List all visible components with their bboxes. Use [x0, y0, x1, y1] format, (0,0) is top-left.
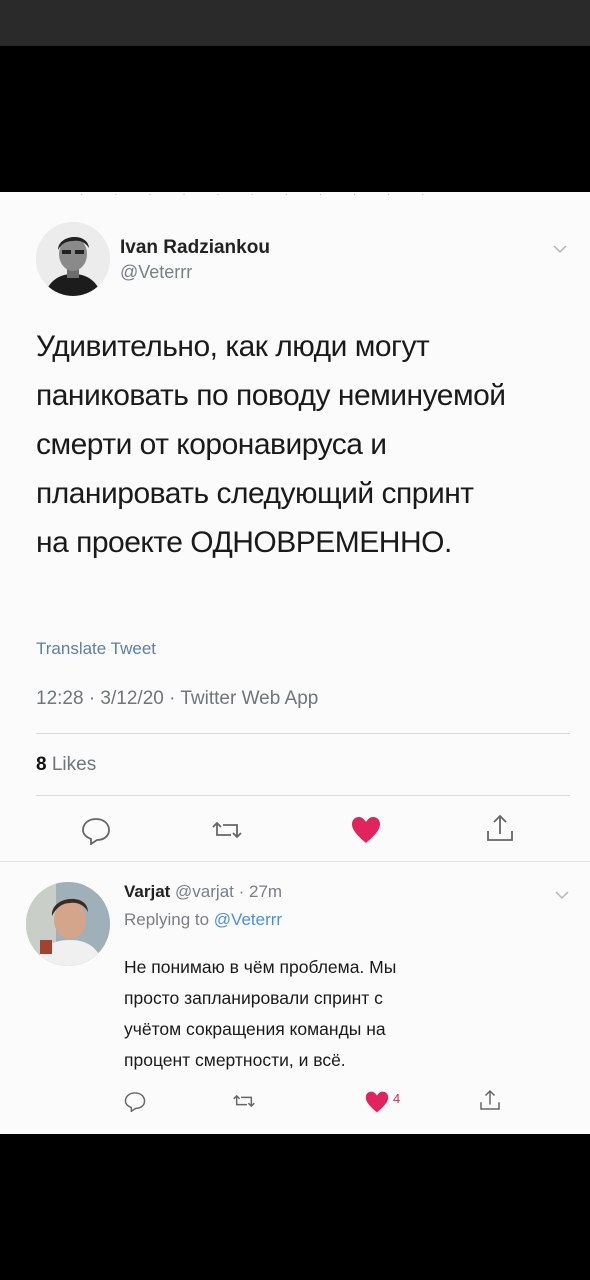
like-icon[interactable]: [350, 815, 382, 845]
tweet-text-line: паниковать по поводу неминуемой: [36, 379, 506, 412]
share-icon[interactable]: [484, 813, 516, 843]
phone-status-bar: [0, 0, 590, 46]
reply-icon[interactable]: [123, 1090, 147, 1112]
likes-count: 8: [36, 754, 47, 775]
reply-text-line: Не понимаю в чём проблема. Мы: [124, 957, 397, 977]
divider: [0, 861, 590, 862]
replying-to-label: Replying to: [124, 910, 210, 929]
reply-text: Не понимаю в чём проблема. Мы просто зап…: [124, 952, 524, 1076]
reply-author-avatar[interactable]: [26, 882, 110, 966]
reply-like-count: 4: [393, 1091, 401, 1106]
chevron-down-icon[interactable]: [553, 244, 567, 254]
reply-header: Varjat @varjat · 27m: [124, 882, 282, 902]
author-avatar[interactable]: [36, 222, 110, 296]
tweet-text-line: на проекте ОДНОВРЕМЕННО.: [36, 526, 452, 559]
reply-text-line: просто запланировали спринт с: [124, 988, 383, 1008]
replying-to-handle[interactable]: @Veterrr: [214, 910, 282, 929]
like-icon[interactable]: [364, 1090, 390, 1114]
tweet-text: Удивительно, как люди могут паниковать п…: [36, 322, 576, 567]
reply-timestamp[interactable]: · 27m: [239, 882, 282, 901]
likes-label: Likes: [51, 754, 97, 775]
tweet-text-line: смерти от коронавируса и: [36, 428, 387, 461]
chevron-down-icon[interactable]: [555, 890, 569, 900]
tweet-timestamp[interactable]: 12:28 · 3/12/20 · Twitter Web App: [36, 688, 318, 710]
retweet-icon[interactable]: [232, 1090, 256, 1112]
tweet-card: · · · · · · · · · · · Ivan Radziankou @V…: [0, 192, 590, 1134]
share-icon[interactable]: [478, 1088, 502, 1112]
tweet-text-line: Удивительно, как люди могут: [36, 330, 430, 363]
author-handle[interactable]: @Veterrr: [120, 262, 192, 283]
reply-author-handle[interactable]: @varjat: [175, 882, 234, 901]
reply-icon[interactable]: [80, 815, 112, 845]
retweet-icon[interactable]: [211, 815, 243, 845]
reply-author-name[interactable]: Varjat: [124, 882, 170, 901]
author-name[interactable]: Ivan Radziankou: [120, 237, 270, 259]
divider: [36, 733, 570, 734]
reply-text-line: учётом сокращения команды на: [124, 1019, 386, 1039]
reply-text-line: процент смертности, и всё.: [124, 1050, 346, 1070]
cropped-edge: · · · · · · · · · · ·: [80, 192, 439, 198]
divider: [36, 795, 570, 796]
likes-summary[interactable]: 8 Likes: [36, 754, 96, 776]
replying-to: Replying to @Veterrr: [124, 910, 282, 930]
tweet-text-line: планировать следующий спринт: [36, 477, 474, 510]
translate-tweet-link[interactable]: Translate Tweet: [36, 639, 156, 659]
